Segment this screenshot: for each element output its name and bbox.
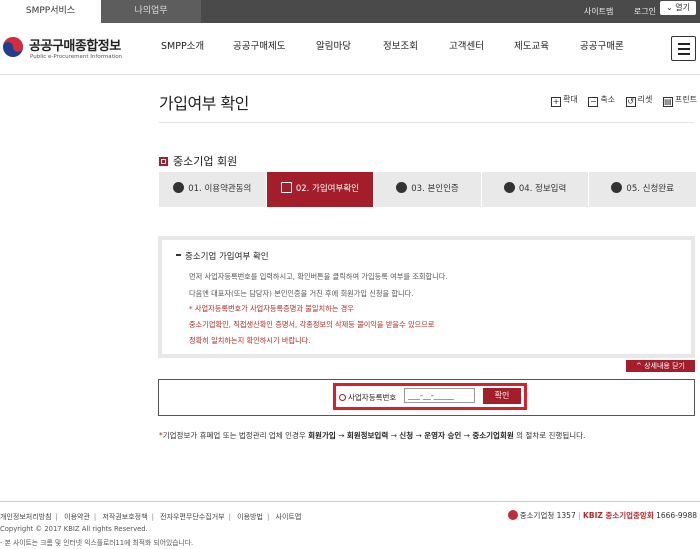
signup-steps: 01. 이용약관동의 02. 가입여부확인 03. 본인인증 04. 정보입력 … [159,172,696,207]
gnb-notice[interactable]: 알림마당 [316,23,351,75]
printer-icon: ▤ [662,97,673,107]
notice-line: 다음엔 대표자(또는 담당자) 본인인증을 거친 후에 회원가입 신청을 합니다… [189,289,414,298]
section-bullet-icon [159,157,168,166]
business-number-input[interactable] [404,388,475,403]
notice-warning-line: * 사업자등록번호가 사업자등록증명과 불일치하는 경우 [189,304,354,313]
footer-link-how-to-use[interactable]: 이용방법 [237,513,263,521]
step-info-input: 04. 정보입력 [481,172,589,207]
browser-note: - 본 사이트는 크롬 및 인터넷 익스플로러11에 최적화 되어있습니다. [0,539,194,547]
notice-heading: 중소기업 가입여부 확인 [176,250,269,262]
tab-smpp-service[interactable]: SMPP서비스 [0,0,101,23]
footer-link-copyright-policy[interactable]: 저작권보호정책 [102,513,147,521]
gnb-customer-center[interactable]: 고객센터 [449,23,484,75]
chevron-up-icon: ^ [636,362,645,370]
notice-line: 먼저 사업자등록번호를 입력하시고, 확인버튼을 클릭하여 가입등록 여부를 조… [189,272,448,281]
confirm-button[interactable]: 확인 [483,388,521,404]
site-logo[interactable]: 공공구매종합정보 Public e-Procurement Informatio… [2,35,132,65]
page-tools: + 확대 − 축소 ↺ 리셋 ▤ 프린트 [543,94,697,108]
gov-emblem-icon [507,510,518,520]
minus-icon: − [588,97,599,107]
step-complete: 05. 신청완료 [589,172,696,207]
notice-warning-line: 정확히 일치하는지 확인하시기 바랍니다. [189,336,311,345]
notice-warning-line: 중소기업확인, 직접생산확인 증명서, 각종정보의 삭제등 불이익을 받을수 있… [189,320,435,329]
footer-link-privacy[interactable]: 개인정보처리방침 [0,513,52,521]
step-identity-verify: 03. 본인인증 [374,172,481,207]
footer-link-terms[interactable]: 이용약관 [64,513,90,521]
tab-my-work[interactable]: 나의업무 [101,0,201,23]
detail-close-button[interactable]: ^ 상세내용 닫기 [626,360,695,372]
gnb-public-purchase-system[interactable]: 공공구매제도 [233,23,285,75]
gnb-education[interactable]: 제도교육 [514,23,549,75]
title-divider [159,122,694,123]
footer-link-sitemap[interactable]: 사이트맵 [276,513,302,521]
zoom-in-button[interactable]: + 확대 [551,94,578,107]
kbiz-logo: KBIZ 중소기업중앙회 [583,511,654,520]
top-links: 사이트맵 로그인 [566,0,656,23]
reset-icon: ↺ [625,97,636,107]
contact-phones: 중소기업청 1357 | KBIZ 중소기업중앙회 1666-9988 [507,510,697,521]
monitor-icon [280,182,292,193]
person-icon [396,182,408,193]
open-button[interactable]: ⌄ 열기 [660,1,696,15]
login-link[interactable]: 로그인 [634,7,656,16]
pencil-icon [503,182,515,193]
taegeuk-logo-icon [3,37,23,57]
site-header: 공공구매종합정보 Public e-Procurement Informatio… [0,23,700,75]
print-button[interactable]: ▤ 프린트 [662,94,697,107]
business-number-label: 사업자등록번호 [339,392,396,403]
check-circle-icon [173,182,185,193]
hamburger-icon [678,43,690,45]
footer-link-email-refusal[interactable]: 전자우편무단수집거부 [160,513,224,521]
gnb-public-purchase-forum[interactable]: 공공구매론 [580,23,624,75]
zoom-out-button[interactable]: − 축소 [588,94,615,107]
process-note: *기업정보가 휴폐업 또는 법정관리 업체 인경우 회원가입 → 회원정보입력 … [159,431,586,440]
section-title: 중소기업 회원 [159,153,237,169]
logo-subtitle: Public e-Procurement Information [30,54,123,60]
chevron-down-icon: ⌄ [666,3,673,12]
document-check-icon [611,182,623,193]
footer-links: 개인정보처리방침 | 이용약관 | 저작권보호정책 | 전자우편무단수집거부 | 이용방… [0,513,302,521]
open-button-label: 열기 [675,3,690,12]
notice-box: 중소기업 가입여부 확인 먼저 사업자등록번호를 입력하시고, 확인버튼을 클릭… [158,236,695,358]
plus-icon: + [551,97,562,107]
logo-title: 공공구매종합정보 [29,39,121,54]
sitemap-link[interactable]: 사이트맵 [584,7,613,16]
reset-button[interactable]: ↺ 리셋 [625,94,652,107]
radio-circle-icon [339,394,346,401]
gnb-smpp-intro[interactable]: SMPP소개 [161,23,204,75]
gnb-info-search[interactable]: 정보조회 [383,23,418,75]
copyright: Copyright © 2017 KBIZ All rights Reserve… [0,525,148,533]
hamburger-menu-button[interactable] [671,36,696,61]
top-utility-bar: SMPP서비스 나의업무 사이트맵 로그인 ⌄ 열기 [0,0,700,23]
page-title: 가입여부 확인 [159,94,249,113]
step-terms-agree: 01. 이용약관동의 [159,172,266,207]
footer-divider [0,501,700,502]
step-membership-check: 02. 가입여부확인 [266,172,374,207]
